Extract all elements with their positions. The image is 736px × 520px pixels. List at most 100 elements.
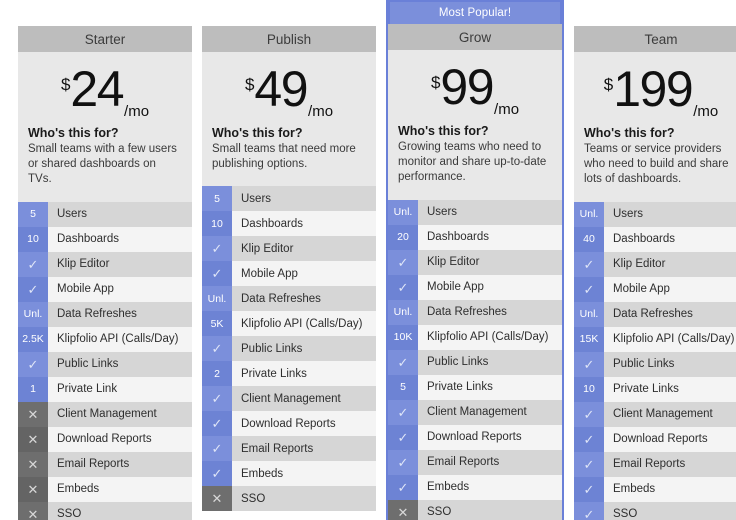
- feature-label: SSO: [48, 501, 192, 520]
- price-period: /mo: [308, 103, 334, 120]
- feature-value: ✓: [583, 506, 595, 520]
- price-period: /mo: [124, 103, 150, 120]
- pricing-table: Most Popular!Starter$24/moWho's this for…: [0, 0, 736, 520]
- feature-label: Client Management: [232, 386, 376, 412]
- feature-label: Dashboards: [48, 226, 192, 252]
- feature-row: 2 Private Links: [202, 361, 376, 387]
- feature-row: ✕ SSO: [18, 501, 192, 520]
- check-icon: ✓: [574, 251, 604, 277]
- currency-symbol: $: [60, 75, 71, 94]
- cross-icon: ✕: [202, 486, 232, 512]
- plan-column-team[interactable]: Most Popular!Team$199/moWho's this for?T…: [574, 26, 736, 520]
- price-period: /mo: [693, 103, 719, 120]
- feature-label: Download Reports: [418, 424, 562, 450]
- feature-label: Email Reports: [604, 451, 736, 477]
- feature-label: Users: [232, 186, 376, 212]
- feature-value: ✕: [27, 456, 39, 472]
- check-icon: ✓: [574, 401, 604, 427]
- feature-label: Mobile App: [604, 276, 736, 302]
- feature-row: ✓ Mobile App: [202, 261, 376, 287]
- price-row: $99/mo: [398, 62, 552, 124]
- plan-column-starter[interactable]: Most Popular!Starter$24/moWho's this for…: [18, 26, 192, 520]
- feature-value-badge: Unl.: [574, 301, 604, 327]
- feature-value: ✕: [27, 431, 39, 447]
- who-is-this-for-title: Who's this for?: [212, 126, 303, 140]
- feature-label: Users: [418, 199, 562, 225]
- feature-value-badge: 1: [18, 376, 48, 402]
- feature-value: ✓: [211, 416, 223, 432]
- feature-label: Public Links: [604, 351, 736, 377]
- feature-value-badge: Unl.: [388, 199, 418, 225]
- plan-column-publish[interactable]: Most Popular!Publish$49/moWho's this for…: [202, 26, 376, 512]
- feature-value-badge: Unl.: [18, 301, 48, 327]
- plan-column-grow[interactable]: Most Popular! Grow $99/mo Who's this for? Gr…: [386, 0, 564, 520]
- price-amount: 99: [440, 59, 494, 115]
- cross-icon: ✕: [18, 476, 48, 502]
- feature-value: ✕: [27, 506, 39, 520]
- plan-summary: $199/mo Who's this for? Teams or service p…: [574, 52, 736, 202]
- feature-value-badge: Unl.: [202, 286, 232, 312]
- price-amount: 199: [613, 61, 693, 117]
- feature-value: ✓: [397, 479, 409, 495]
- feature-value-badge: 5: [388, 374, 418, 400]
- currency-symbol: $: [603, 75, 614, 94]
- feature-row: ✓ Public Links: [18, 351, 192, 377]
- feature-label: Download Reports: [232, 411, 376, 437]
- feature-row: ✓ Download Reports: [202, 411, 376, 437]
- feature-value: Unl.: [207, 292, 227, 305]
- feature-value: Unl.: [23, 308, 43, 321]
- feature-value: ✓: [27, 256, 39, 272]
- feature-value: 5: [400, 381, 406, 394]
- feature-row: ✓ Client Management: [574, 401, 736, 427]
- check-icon: ✓: [574, 426, 604, 452]
- feature-value-badge: Unl.: [574, 201, 604, 227]
- feature-value: 10: [583, 383, 595, 396]
- who-is-this-for-title: Who's this for?: [28, 126, 119, 140]
- feature-label: Klip Editor: [604, 251, 736, 277]
- cross-icon: ✕: [18, 426, 48, 452]
- feature-label: Client Management: [48, 401, 192, 427]
- check-icon: ✓: [574, 476, 604, 502]
- plan-description: Growing teams who need to monitor and sh…: [398, 141, 547, 184]
- feature-label: Public Links: [232, 336, 376, 362]
- feature-value: 10K: [393, 331, 413, 344]
- feature-row: ✓ Email Reports: [388, 449, 562, 475]
- feature-value: ✓: [583, 356, 595, 372]
- feature-row: 10 Dashboards: [202, 211, 376, 237]
- feature-value: Unl.: [579, 208, 599, 221]
- feature-row: 5 Private Links: [388, 374, 562, 400]
- feature-value: 15K: [579, 333, 599, 346]
- feature-value: ✓: [397, 429, 409, 445]
- feature-row: ✓ Email Reports: [574, 451, 736, 477]
- feature-value-badge: 10: [202, 211, 232, 237]
- feature-label: Dashboards: [232, 211, 376, 237]
- feature-row: ✓ Klip Editor: [18, 251, 192, 277]
- currency-symbol: $: [244, 75, 255, 94]
- feature-value: ✓: [397, 354, 409, 370]
- feature-label: Private Links: [418, 374, 562, 400]
- feature-row: Unl. Data Refreshes: [18, 301, 192, 327]
- feature-value-badge: 5: [18, 201, 48, 227]
- price-amount: 24: [70, 61, 124, 117]
- check-icon: ✓: [202, 436, 232, 462]
- feature-label: Public Links: [48, 351, 192, 377]
- feature-label: SSO: [604, 501, 736, 520]
- feature-value: Unl.: [393, 306, 413, 319]
- feature-value-badge: 10K: [388, 324, 418, 350]
- currency-symbol: $: [430, 73, 441, 92]
- feature-row: ✕ SSO: [388, 499, 562, 520]
- feature-value: ✓: [211, 341, 223, 357]
- check-icon: ✓: [18, 276, 48, 302]
- feature-label: SSO: [418, 499, 562, 520]
- feature-label: Client Management: [418, 399, 562, 425]
- check-icon: ✓: [202, 386, 232, 412]
- feature-value: 10: [27, 233, 39, 246]
- feature-label: Data Refreshes: [418, 299, 562, 325]
- feature-value-badge: 10: [18, 226, 48, 252]
- check-icon: ✓: [388, 424, 418, 450]
- feature-label: Data Refreshes: [232, 286, 376, 312]
- feature-label: Klip Editor: [418, 249, 562, 275]
- feature-row: 10K Klipfolio API (Calls/Day): [388, 324, 562, 350]
- feature-label: SSO: [232, 486, 376, 512]
- feature-value: ✓: [27, 356, 39, 372]
